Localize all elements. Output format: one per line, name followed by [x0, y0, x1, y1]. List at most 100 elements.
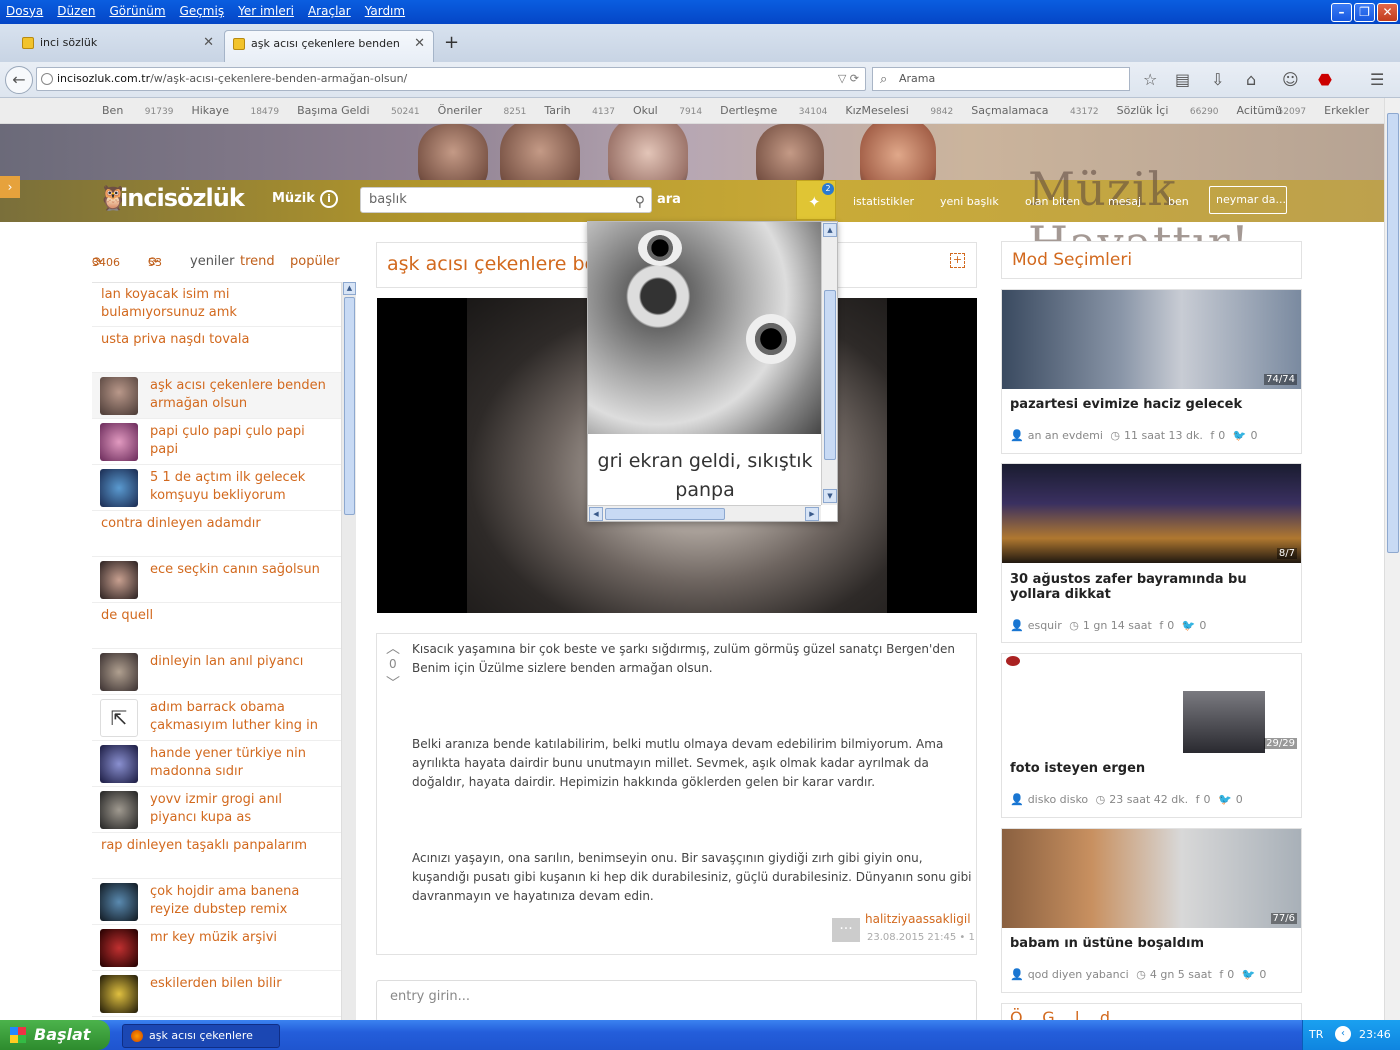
list-item[interactable]: aşk acısı çekenlere benden armağan olsun: [92, 373, 342, 419]
cat-sozluk-ici[interactable]: Sözlük İçi 66290: [1117, 104, 1219, 117]
scroll-thumb[interactable]: [1387, 113, 1399, 553]
cat-sacmalamaca[interactable]: Saçmalamaca 43172: [971, 104, 1098, 117]
tab-ask-acisi[interactable]: aşk acısı çekenlere benden ar... ✕: [224, 30, 434, 76]
page-scrollbar[interactable]: [1384, 98, 1400, 1020]
tab-inci-sozluk[interactable]: inci sözlük ✕: [14, 30, 222, 62]
mod-card[interactable]: 29/29 foto isteyen ergen 👤 disko disko ◷ 2…: [1001, 653, 1302, 818]
card-title[interactable]: foto isteyen ergen: [1010, 761, 1295, 776]
hamburger-menu-icon[interactable]: ☰: [1370, 70, 1384, 89]
scroll-up-arrow[interactable]: ▲: [823, 223, 837, 237]
new-tab-icon[interactable]: +: [444, 32, 459, 53]
list-item[interactable]: de quell: [92, 603, 342, 649]
url-bar[interactable]: incisozluk.com.tr/w/aşk-acısı-çekenlere-…: [36, 67, 866, 91]
home-icon[interactable]: ⌂: [1246, 70, 1256, 89]
site-logo[interactable]: 🦉incisözlük: [98, 184, 245, 212]
info-icon[interactable]: i: [320, 190, 338, 208]
list-item[interactable]: çok hojdir ama banena reyize dubstep rem…: [92, 879, 342, 925]
scroll-down-arrow[interactable]: ▼: [823, 489, 837, 503]
taskbar-item-firefox[interactable]: aşk acısı çekenlere be...: [122, 1024, 280, 1048]
entry-input[interactable]: entry girin...: [376, 980, 977, 1022]
close-window-button[interactable]: ✕: [1377, 3, 1398, 22]
scroll-left-arrow[interactable]: ◀: [589, 507, 603, 521]
scroll-thumb[interactable]: [605, 508, 725, 520]
refresh-count-1[interactable]: ⟳ 3406: [92, 255, 120, 270]
entry-date[interactable]: 23.08.2015 21:45 • 1: [867, 932, 975, 943]
cat-kizmeselesi[interactable]: KızMeselesi 9842: [845, 104, 953, 117]
search-button[interactable]: ara: [657, 192, 681, 207]
close-tab-icon[interactable]: ✕: [203, 30, 214, 56]
menu-gecmis[interactable]: Geçmiş: [180, 4, 225, 18]
bookmark-star-icon[interactable]: ☆: [1143, 70, 1157, 89]
nav-mesaj[interactable]: mesaj: [1108, 195, 1141, 208]
menu-araclar[interactable]: Araçlar: [308, 4, 351, 18]
list-item[interactable]: 5 1 de açtım ilk gelecek komşuyu bekliyo…: [92, 465, 342, 511]
refresh-count-2[interactable]: ⟳ 53: [148, 255, 162, 270]
list-item[interactable]: contra dinleyen adamdır: [92, 511, 342, 557]
list-item[interactable]: usta priva naşdı tovala: [92, 327, 342, 373]
close-tab-icon[interactable]: ✕: [414, 31, 425, 57]
card-title[interactable]: babam ın üstüne boşaldım: [1010, 936, 1295, 951]
language-indicator[interactable]: TR: [1309, 1028, 1323, 1041]
nav-ben[interactable]: ben: [1168, 195, 1189, 208]
list-item[interactable]: ece seçkin canın sağolsun: [92, 557, 342, 603]
list-item[interactable]: eskilerden bilen bilir: [92, 971, 342, 1017]
nav-istatistikler[interactable]: istatistikler: [853, 195, 914, 208]
tab-populer[interactable]: popüler: [290, 254, 340, 269]
reading-list-icon[interactable]: ▤: [1175, 70, 1190, 89]
list-item[interactable]: mr key müzik arşivi: [92, 925, 342, 971]
expand-icon[interactable]: +: [950, 253, 965, 268]
list-item[interactable]: yovv izmir grogi anıl piyancı kupa as: [92, 787, 342, 833]
maximize-button[interactable]: ❐: [1354, 3, 1375, 22]
section-label[interactable]: Müzik: [272, 191, 315, 206]
mod-card[interactable]: 77/6 babam ın üstüne boşaldım 👤 qod diyen…: [1001, 828, 1302, 993]
card-title[interactable]: 30 ağustos zafer bayramında bu yollara d…: [1010, 572, 1295, 602]
card-title[interactable]: pazartesi evimize haciz gelecek: [1010, 397, 1295, 412]
tray-chevron-icon[interactable]: ‹: [1335, 1026, 1351, 1042]
list-item[interactable]: papi çulo papi çulo papi papi: [92, 419, 342, 465]
mod-card[interactable]: 74/74 pazartesi evimize haciz gelecek 👤 a…: [1001, 289, 1302, 454]
list-item[interactable]: hande yener türkiye nin madonna sıdır: [92, 741, 342, 787]
download-icon[interactable]: ⇩: [1211, 70, 1224, 89]
entry-author[interactable]: halitziyaassakligil: [865, 912, 971, 926]
popup-vertical-scrollbar[interactable]: ▲ ▼: [821, 222, 837, 505]
tab-trend[interactable]: trend: [240, 254, 275, 269]
cat-hikaye[interactable]: Hikaye 18479: [191, 104, 279, 117]
upvote-icon[interactable]: ︿: [386, 638, 400, 658]
reload-icon[interactable]: ▽ ⟳: [838, 68, 859, 90]
scroll-right-arrow[interactable]: ▶: [805, 507, 819, 521]
cat-all-link[interactable]: tümü: [1253, 104, 1282, 117]
nav-yeni-baslik[interactable]: yeni başlık: [940, 195, 999, 208]
popup-horizontal-scrollbar[interactable]: ◀ ▶: [588, 505, 821, 521]
menu-gorunum[interactable]: Görünüm: [109, 4, 165, 18]
list-item[interactable]: rap dinleyen taşaklı panpalarım: [92, 833, 342, 879]
mod-card[interactable]: 8/7 30 ağustos zafer bayramında bu yolla…: [1001, 463, 1302, 643]
list-item[interactable]: lan koyacak isim mi bulamıyorsunuz amk: [92, 283, 342, 327]
topic-list-scrollbar[interactable]: ▲: [341, 282, 356, 1022]
nav-olan-biten[interactable]: olan biten: [1025, 195, 1080, 208]
notification-button[interactable]: ✦ 2: [796, 180, 836, 220]
downvote-icon[interactable]: ﹀: [386, 673, 400, 693]
side-panel-toggle[interactable]: ›: [0, 176, 20, 198]
user-menu-button[interactable]: neymar da...: [1209, 186, 1287, 214]
adblock-icon[interactable]: ⬣: [1318, 70, 1332, 89]
cat-ben[interactable]: Ben 91739: [102, 104, 173, 117]
cat-dertlesme[interactable]: Dertleşme 34104: [720, 104, 827, 117]
chat-icon[interactable]: ☺: [1282, 70, 1299, 89]
browser-search-input[interactable]: ⌕ Arama: [872, 67, 1130, 91]
mod-card-next[interactable]: Ö... G... l... d: [1001, 1003, 1302, 1020]
menu-yer-imleri[interactable]: Yer imleri: [238, 4, 294, 18]
cat-oneriler[interactable]: Öneriler 8251: [438, 104, 527, 117]
cat-tarih[interactable]: Tarih 4137: [544, 104, 615, 117]
menu-yardim[interactable]: Yardım: [365, 4, 405, 18]
list-item[interactable]: dinleyin lan anıl piyancı: [92, 649, 342, 695]
menu-duzen[interactable]: Düzen: [57, 4, 95, 18]
scroll-thumb[interactable]: [824, 290, 836, 460]
cat-okul[interactable]: Okul 7914: [633, 104, 702, 117]
scroll-up-arrow[interactable]: ▲: [343, 282, 356, 295]
cat-basima-geldi[interactable]: Başıma Geldi 50241: [297, 104, 420, 117]
author-avatar[interactable]: ···: [832, 918, 860, 942]
scroll-thumb[interactable]: [344, 297, 355, 515]
minimize-button[interactable]: –: [1331, 3, 1352, 22]
list-item[interactable]: ⇱ adım barrack obama çakmasıyım luther ki…: [92, 695, 342, 741]
back-button[interactable]: ←: [5, 66, 33, 94]
